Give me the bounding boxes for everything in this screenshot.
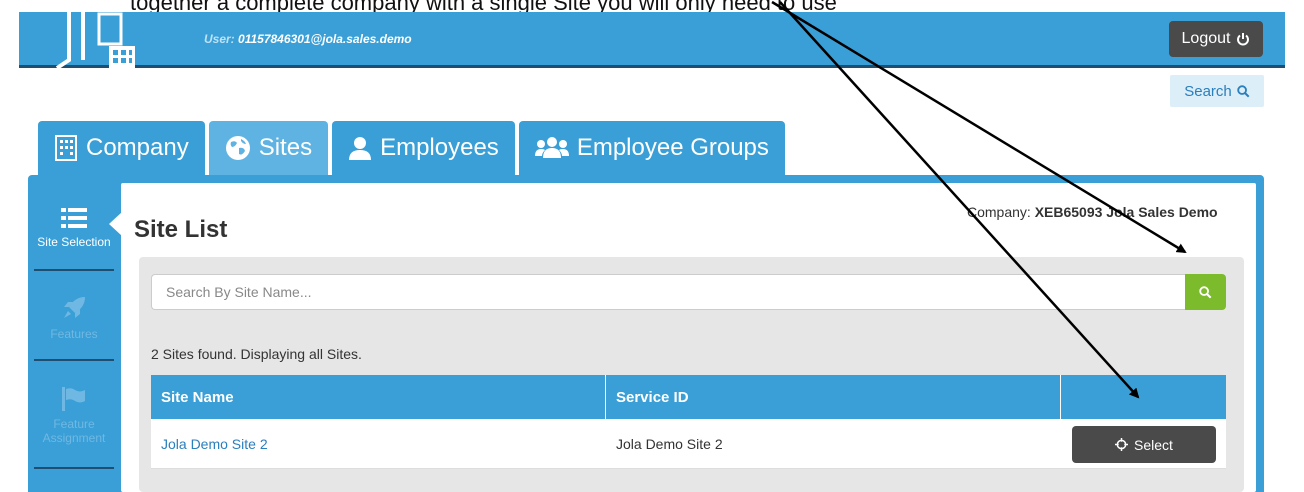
tab-employee-groups-label: Employee Groups	[576, 134, 769, 161]
column-header-actions	[1061, 375, 1226, 419]
side-item-site-selection-label: Site Selection	[37, 235, 111, 249]
side-nav: Site Selection Features Feature Assignme…	[28, 175, 120, 492]
side-item-features[interactable]: Features	[28, 273, 120, 363]
tab-employees-label: Employees	[380, 134, 499, 161]
rocket-icon	[64, 297, 85, 318]
site-name-link[interactable]: Jola Demo Site 2	[151, 419, 605, 469]
side-item-feature-assignment[interactable]: Feature Assignment	[28, 371, 120, 461]
site-search-button[interactable]	[1185, 274, 1226, 310]
search-link[interactable]: Search	[1170, 75, 1264, 107]
main-tabs: Company Sites Employees Employee Groups	[38, 121, 785, 175]
user-icon	[349, 137, 372, 160]
company-label: Company:	[967, 204, 1031, 220]
company-info: Company: XEB65093 Jola Sales Demo	[967, 204, 1218, 220]
side-divider	[34, 269, 114, 271]
side-item-feature-assignment-label: Feature Assignment	[42, 417, 106, 445]
side-item-site-selection[interactable]: Site Selection	[28, 183, 120, 273]
crosshair-icon	[1115, 438, 1129, 451]
site-search-input[interactable]	[151, 274, 1185, 310]
table-header: Site Name Service ID	[151, 375, 1226, 419]
tab-employee-groups[interactable]: Employee Groups	[518, 121, 785, 175]
select-site-button[interactable]: Select	[1072, 426, 1216, 463]
results-count: 2 Sites found. Displaying all Sites.	[151, 346, 362, 362]
service-id-cell: Jola Demo Site 2	[616, 436, 723, 452]
users-icon	[534, 137, 569, 158]
search-icon	[1237, 84, 1250, 97]
logout-label: Logout	[1181, 30, 1231, 47]
phone-building-logo-icon	[55, 8, 135, 68]
tab-sites[interactable]: Sites	[208, 121, 329, 175]
select-button-label: Select	[1134, 436, 1173, 453]
user-label: User:	[204, 32, 235, 46]
column-header-service-id[interactable]: Service ID	[606, 375, 1060, 419]
header-bar: User: 01157846301@jola.sales.demo Logout	[19, 8, 1285, 68]
tab-company-label: Company	[86, 134, 189, 161]
tab-sites-label: Sites	[258, 134, 313, 161]
user-value: 01157846301@jola.sales.demo	[238, 32, 412, 46]
logout-button[interactable]: Logout	[1169, 21, 1263, 57]
globe-icon	[225, 136, 250, 160]
side-item-features-label: Features	[50, 327, 98, 341]
tab-employees[interactable]: Employees	[332, 121, 515, 175]
search-icon	[1199, 285, 1212, 298]
column-header-site-name[interactable]: Site Name	[151, 375, 605, 419]
side-divider	[34, 467, 114, 469]
company-value: XEB65093 Jola Sales Demo	[1034, 204, 1218, 220]
tab-company[interactable]: Company	[38, 121, 205, 175]
page-title: Site List	[134, 216, 228, 243]
power-icon	[1237, 33, 1250, 46]
search-link-label: Search	[1184, 82, 1232, 100]
active-nav-pointer	[109, 212, 122, 236]
list-icon	[61, 208, 87, 228]
flag-icon	[62, 387, 85, 411]
side-divider	[34, 359, 114, 361]
building-icon	[55, 135, 77, 161]
table-row: Jola Demo Site 2 Jola Demo Site 2	[151, 419, 1226, 469]
user-info: User: 01157846301@jola.sales.demo	[204, 32, 412, 46]
